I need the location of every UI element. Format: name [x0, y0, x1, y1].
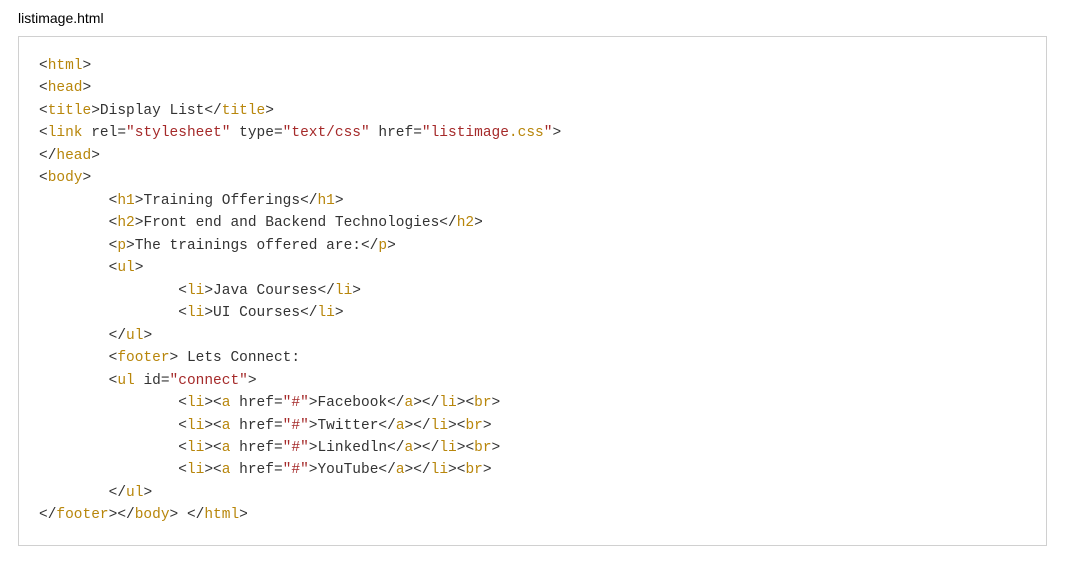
code-block: <html> <head> <title>Display List</title… [18, 36, 1047, 546]
filename-label: listimage.html [18, 10, 1047, 26]
